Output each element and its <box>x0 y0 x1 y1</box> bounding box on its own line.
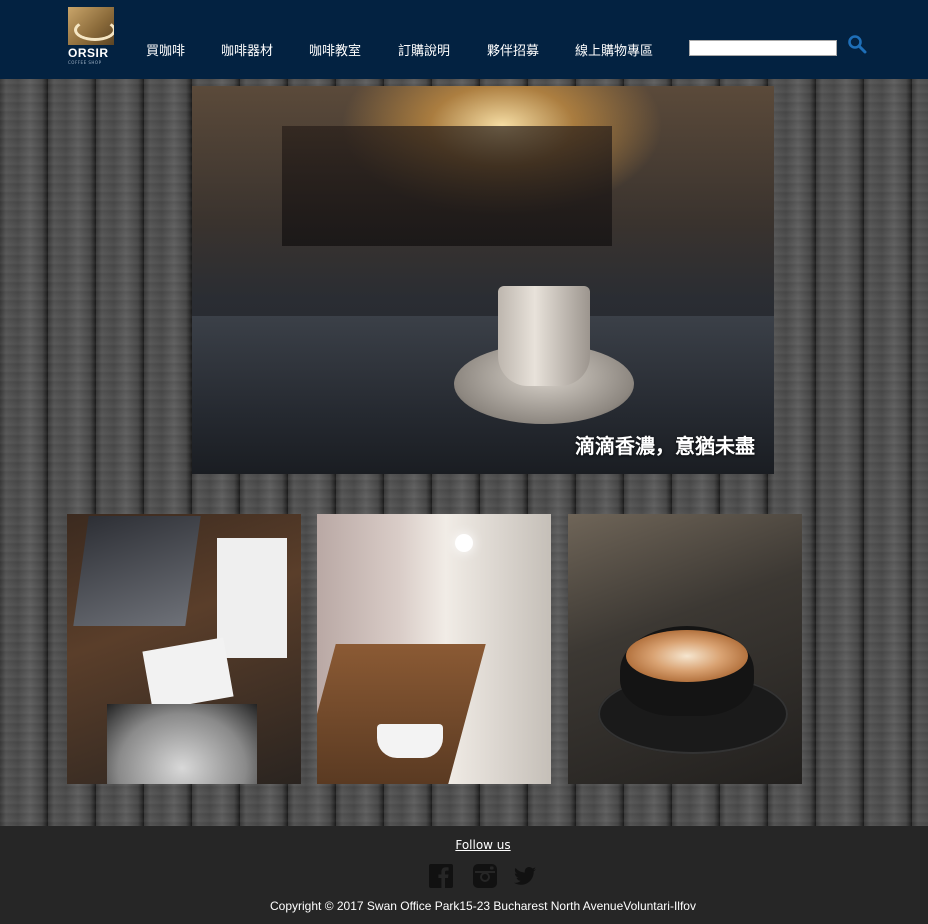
cup-shape <box>377 724 443 758</box>
gallery-image-laptop-coffee[interactable] <box>67 514 301 784</box>
gallery-image-coffee-bar[interactable] <box>317 514 551 784</box>
search-icon[interactable] <box>847 34 867 54</box>
latte-art-shape <box>626 630 748 682</box>
nav-item-buy-coffee[interactable]: 買咖啡 <box>146 40 185 59</box>
person-shape <box>107 704 257 784</box>
hero-caption: 滴滴香濃，意猶未盡 <box>575 434 755 458</box>
site-header: ORSIR COFFEE SHOP 買咖啡 咖啡器材 咖啡教室 訂購說明 夥伴招… <box>0 0 928 79</box>
nav-item-classroom[interactable]: 咖啡教室 <box>309 40 361 59</box>
brand-logo[interactable]: ORSIR COFFEE SHOP <box>68 7 114 65</box>
nav-item-partner-recruit[interactable]: 夥伴招募 <box>487 40 539 59</box>
magazine-shape <box>217 538 287 658</box>
laptop-shape <box>73 516 201 626</box>
lamp-shape <box>455 534 473 552</box>
twitter-icon[interactable] <box>513 864 537 888</box>
follow-us-link[interactable]: Follow us <box>0 838 928 852</box>
hero-building <box>282 126 612 246</box>
bar-counter-shape <box>317 644 486 784</box>
site-footer: Follow us Copyright © 2017 Swan Office P… <box>0 826 928 924</box>
nav-item-online-shop[interactable]: 線上購物專區 <box>575 40 653 59</box>
notebook-shape <box>142 637 234 711</box>
instagram-icon[interactable] <box>473 864 497 888</box>
copyright-text: Copyright © 2017 Swan Office Park15-23 B… <box>270 899 696 913</box>
hero-image: 滴滴香濃，意猶未盡 <box>192 86 774 474</box>
logo-mark-icon <box>68 7 114 45</box>
nav-item-equipment[interactable]: 咖啡器材 <box>221 40 273 59</box>
brand-name: ORSIR <box>68 46 109 60</box>
brand-tagline: COFFEE SHOP <box>68 60 102 65</box>
search-input[interactable] <box>689 40 837 56</box>
nav-item-order-info[interactable]: 訂購說明 <box>398 40 450 59</box>
facebook-icon[interactable] <box>429 864 453 888</box>
hero-coffee-cup <box>498 286 590 386</box>
gallery-image-latte-art[interactable] <box>568 514 802 784</box>
